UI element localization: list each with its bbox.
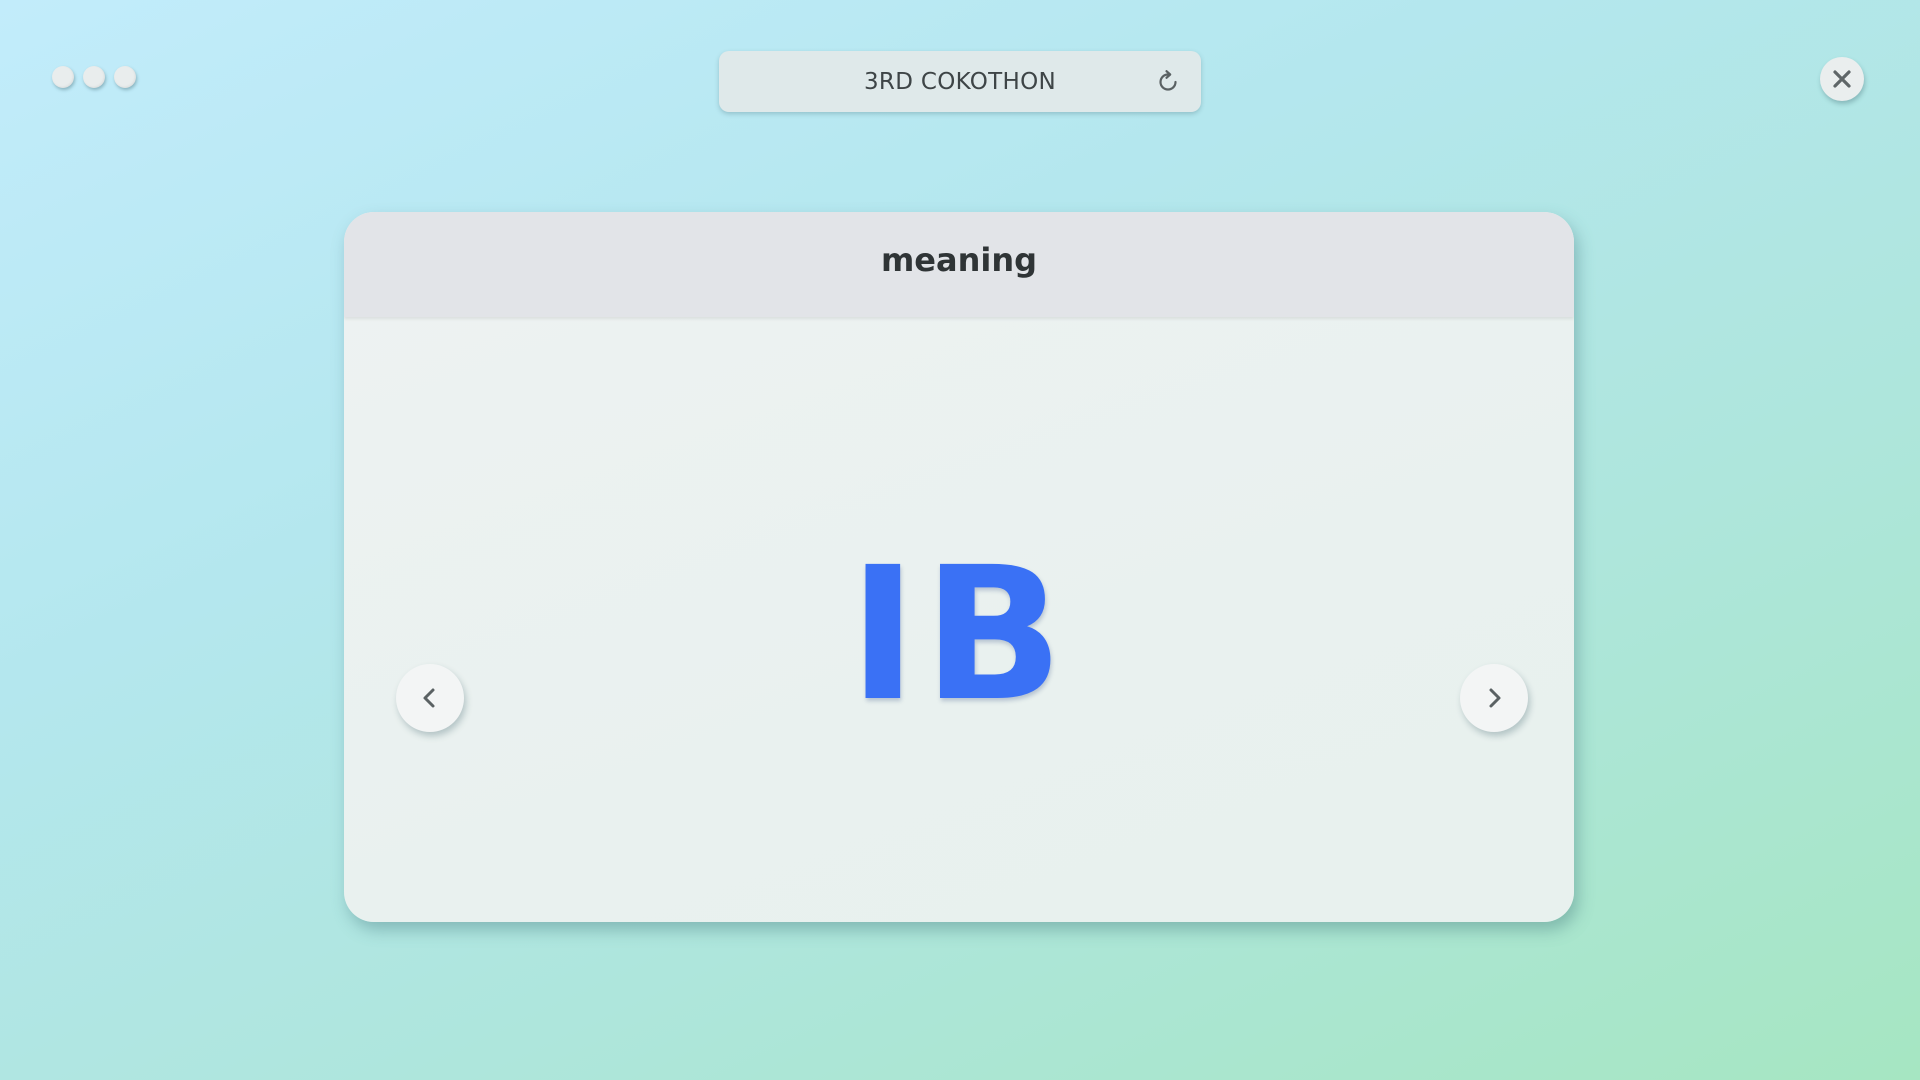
card-header: meaning <box>344 212 1574 317</box>
window-dot-3[interactable] <box>114 66 136 88</box>
card-body[interactable]: IB <box>344 317 1574 922</box>
close-button[interactable] <box>1820 57 1864 101</box>
flash-card: meaning IB <box>344 212 1574 922</box>
window-dot-2[interactable] <box>83 66 105 88</box>
app-title: 3RD COKOTHON <box>864 68 1056 95</box>
title-bar: 3RD COKOTHON <box>719 51 1201 112</box>
close-icon <box>1833 70 1851 88</box>
refresh-icon <box>1159 69 1177 91</box>
chevron-right-icon <box>1489 688 1501 708</box>
card-word: IB <box>848 528 1070 742</box>
next-card-button[interactable] <box>1460 664 1528 732</box>
refresh-button[interactable] <box>1153 67 1183 97</box>
previous-card-button[interactable] <box>396 664 464 732</box>
window-dot-1[interactable] <box>52 66 74 88</box>
card-header-title: meaning <box>880 240 1038 279</box>
chevron-left-icon <box>423 688 435 708</box>
window-dots <box>52 66 136 88</box>
